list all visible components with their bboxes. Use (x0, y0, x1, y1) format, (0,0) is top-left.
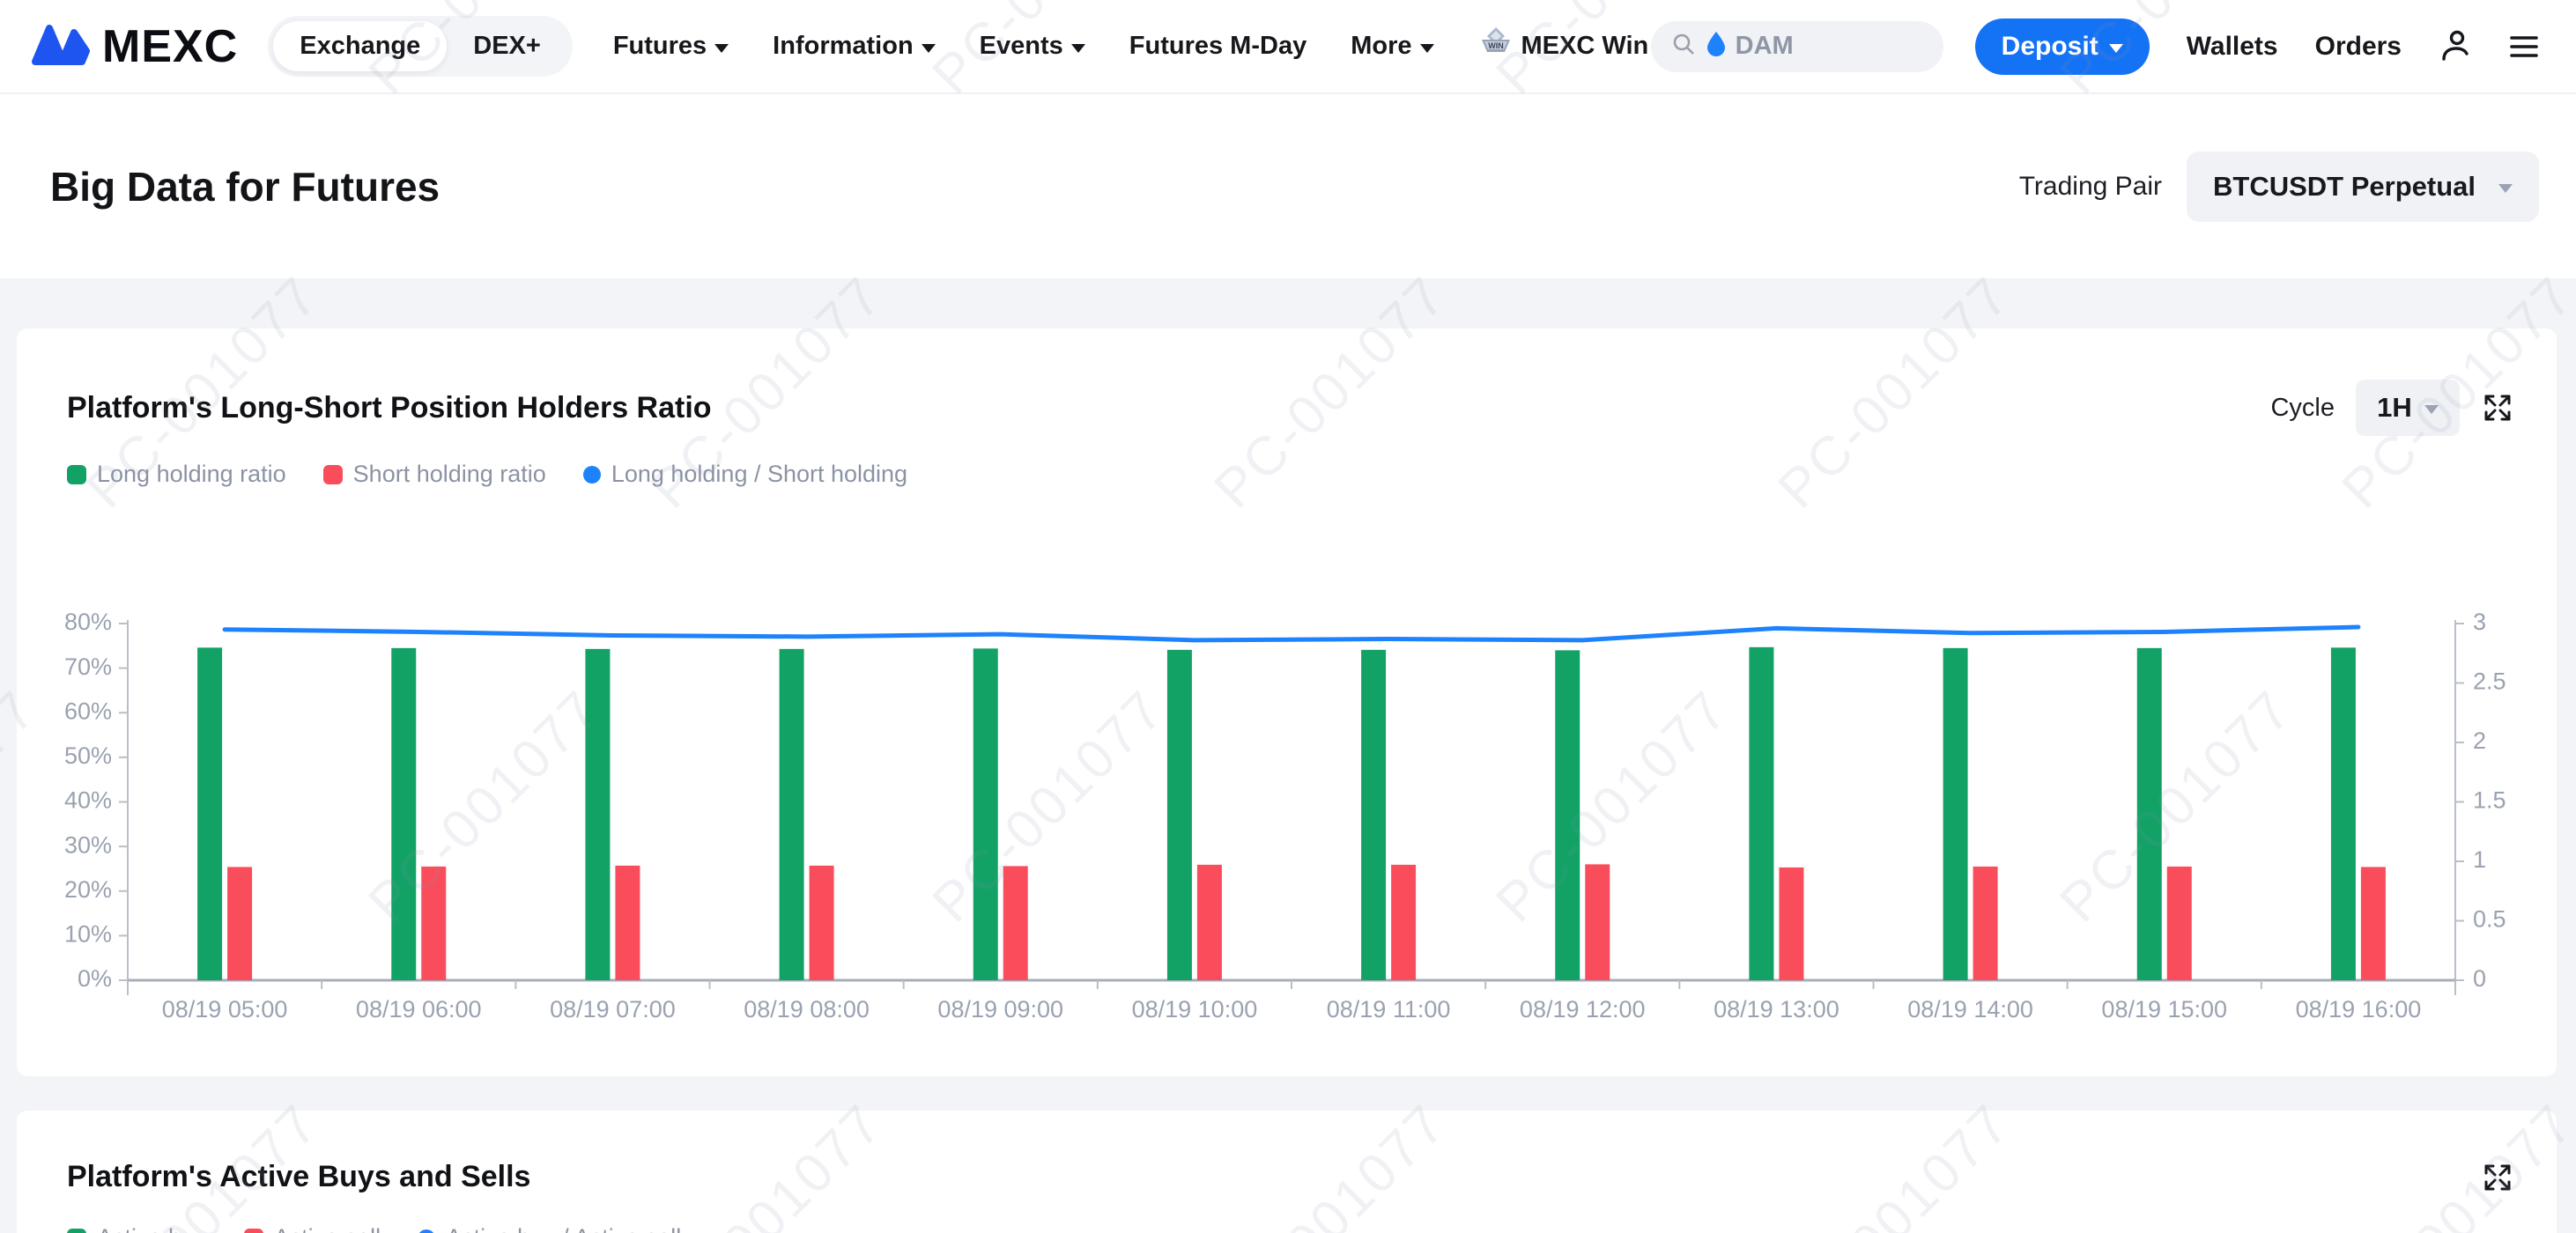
svg-text:1: 1 (2473, 846, 2486, 873)
svg-text:80%: 80% (64, 609, 112, 635)
svg-text:WIN: WIN (1488, 41, 1504, 50)
svg-text:08/19 08:00: 08/19 08:00 (744, 996, 870, 1023)
svg-text:10%: 10% (64, 921, 112, 948)
fullscreen-icon[interactable] (2481, 391, 2514, 425)
nav-futures[interactable]: Futures (613, 32, 729, 61)
legend-long-holding[interactable]: Long holding ratio (67, 461, 286, 488)
svg-text:0%: 0% (78, 965, 112, 992)
toggle-exchange[interactable]: Exchange (273, 21, 447, 71)
svg-text:08/19 15:00: 08/19 15:00 (2101, 996, 2227, 1023)
menu-icon[interactable] (2507, 32, 2541, 62)
svg-text:08/19 16:00: 08/19 16:00 (2296, 996, 2422, 1023)
fullscreen-icon[interactable] (2481, 1161, 2514, 1194)
win-badge-icon: WIN (1478, 26, 1514, 68)
green-square-swatch (67, 1229, 86, 1233)
mexc-logo-text: MEXC (102, 20, 238, 73)
search-bar[interactable] (1651, 21, 1943, 72)
user-icon[interactable] (2437, 29, 2472, 64)
market-toggle: Exchange DEX+ (268, 16, 573, 77)
svg-text:08/19 12:00: 08/19 12:00 (1520, 996, 1646, 1023)
toggle-dex[interactable]: DEX+ (447, 21, 567, 71)
cycle-select[interactable]: 1H (2356, 380, 2460, 436)
legend-active-sell[interactable]: Active sell (244, 1224, 381, 1233)
svg-text:20%: 20% (64, 876, 112, 903)
svg-text:0: 0 (2473, 965, 2486, 992)
svg-text:0.5: 0.5 (2473, 906, 2506, 933)
svg-text:2.5: 2.5 (2473, 668, 2506, 695)
svg-text:1.5: 1.5 (2473, 787, 2506, 814)
mexc-logo[interactable]: MEXC (32, 20, 238, 73)
trading-pair-group: Trading Pair BTCUSDT Perpetual (2019, 151, 2539, 222)
long-short-chart[interactable]: 0% 10% 20% 30% 40% 50% 60% 70% 80% 0 0.5 1 1.5 2 2.5 3 0… (17, 608, 2557, 1057)
red-square-swatch (323, 465, 343, 484)
chevron-down-icon (2109, 44, 2123, 53)
nav-events[interactable]: Events (980, 32, 1085, 61)
svg-text:08/19 11:00: 08/19 11:00 (1327, 996, 1451, 1023)
svg-text:08/19 07:00: 08/19 07:00 (550, 996, 676, 1023)
trading-pair-select[interactable]: BTCUSDT Perpetual (2187, 151, 2539, 222)
svg-text:08/19 14:00: 08/19 14:00 (1907, 996, 2033, 1023)
legend-ratio-line[interactable]: Long holding / Short holding (583, 461, 907, 488)
water-drop-icon (1706, 31, 1727, 62)
top-navbar: MEXC Exchange DEX+ Futures Information E… (0, 0, 2576, 94)
blue-dot-swatch (583, 466, 601, 484)
search-icon (1670, 31, 1697, 62)
long-short-card: Platform's Long-Short Position Holders R… (17, 329, 2557, 1076)
svg-text:50%: 50% (64, 742, 112, 769)
long-short-legend: Long holding ratio Short holding ratio L… (17, 436, 2557, 488)
cycle-label: Cycle (2270, 394, 2335, 423)
svg-text:40%: 40% (64, 787, 112, 814)
blue-dot-swatch (418, 1229, 435, 1233)
trading-pair-label: Trading Pair (2019, 172, 2162, 202)
active-buys-sells-card: Platform's Active Buys and Sells Active … (17, 1111, 2557, 1233)
nav-information[interactable]: Information (773, 32, 936, 61)
chevron-down-icon (1420, 44, 1434, 53)
svg-text:70%: 70% (64, 653, 112, 680)
chevron-down-icon (714, 44, 729, 53)
mexc-logo-icon (32, 21, 92, 71)
svg-text:30%: 30% (64, 831, 112, 858)
legend-active-ratio[interactable]: Active buy / Active sell (418, 1224, 681, 1233)
page-title: Big Data for Futures (50, 163, 440, 210)
svg-text:08/19 05:00: 08/19 05:00 (162, 996, 288, 1023)
chevron-down-icon (2498, 184, 2513, 193)
legend-short-holding[interactable]: Short holding ratio (323, 461, 546, 488)
content-area: Platform's Long-Short Position Holders R… (0, 278, 2576, 1233)
nav-more[interactable]: More (1351, 32, 1433, 61)
nav-futures-mday[interactable]: Futures M-Day (1129, 32, 1307, 61)
page-header: Big Data for Futures Trading Pair BTCUSD… (0, 94, 2576, 278)
svg-text:08/19 10:00: 08/19 10:00 (1132, 996, 1258, 1023)
svg-text:08/19 13:00: 08/19 13:00 (1714, 996, 1839, 1023)
chevron-down-icon (1071, 44, 1085, 53)
svg-text:08/19 06:00: 08/19 06:00 (356, 996, 482, 1023)
active-card-title: Platform's Active Buys and Sells (67, 1160, 530, 1194)
long-short-card-title: Platform's Long-Short Position Holders R… (67, 391, 712, 425)
main-nav: Futures Information Events Futures M-Day… (613, 26, 1648, 68)
search-input[interactable] (1736, 32, 1868, 61)
red-square-swatch (244, 1229, 263, 1233)
legend-active-buy[interactable]: Active buy (67, 1224, 207, 1233)
trading-pair-value: BTCUSDT Perpetual (2213, 171, 2476, 203)
svg-text:08/19 09:00: 08/19 09:00 (937, 996, 1063, 1023)
wallets-link[interactable]: Wallets (2187, 32, 2278, 62)
svg-text:3: 3 (2473, 609, 2486, 635)
chevron-down-icon (922, 44, 936, 53)
active-legend: Active buy Active sell Active buy / Acti… (17, 1194, 2557, 1233)
chevron-down-icon (2424, 405, 2439, 414)
deposit-button[interactable]: Deposit (1975, 18, 2150, 75)
svg-text:2: 2 (2473, 727, 2486, 754)
orders-link[interactable]: Orders (2315, 32, 2402, 62)
svg-text:60%: 60% (64, 698, 112, 724)
green-square-swatch (67, 465, 86, 484)
nav-mexc-win[interactable]: WIN MEXC Win (1478, 26, 1649, 68)
